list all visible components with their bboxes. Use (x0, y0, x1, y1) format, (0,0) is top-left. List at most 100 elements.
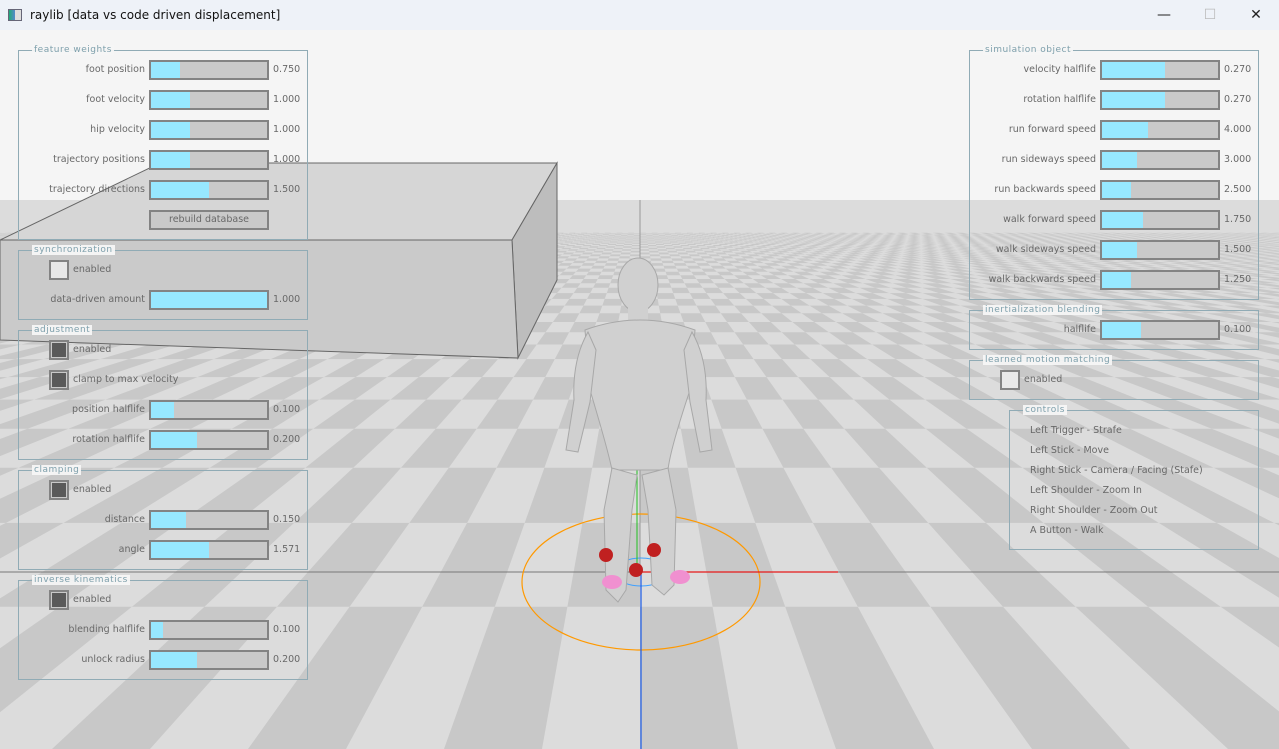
floor-tile (656, 293, 676, 299)
clamp-to-max-velocity-label: clamp to max velocity (73, 374, 179, 385)
inverse-kinematics-panel: inverse kinematics enabled blending halfli… (18, 575, 308, 680)
enabled-checkbox[interactable] (49, 260, 69, 280)
velocity-halflife-slider[interactable] (1100, 60, 1220, 80)
trajectory-directions-slider[interactable] (149, 180, 269, 200)
rotation-halflife-slider[interactable] (149, 430, 269, 450)
clamp-to-max-velocity-checkbox[interactable] (49, 370, 69, 390)
distance-slider[interactable] (149, 510, 269, 530)
walk-forward-speed-slider[interactable] (1100, 210, 1220, 230)
floor-tile (613, 235, 621, 237)
floor-tile (601, 252, 612, 255)
floor-tile (640, 232, 646, 234)
data-driven-amount-value: 1.000 (273, 294, 301, 305)
run-sideways-speed-slider[interactable] (1100, 150, 1220, 170)
floor-tile (675, 249, 686, 251)
floor-tile (578, 247, 589, 250)
floor-tile (593, 283, 611, 288)
floor-tile (647, 240, 655, 242)
floor-tile (619, 236, 627, 238)
foot-position-slider[interactable] (149, 60, 269, 80)
slider-fill (151, 62, 180, 78)
slider-fill (151, 182, 209, 198)
floor-tile (616, 242, 625, 244)
floor-tile (671, 235, 679, 236)
floor-tile (658, 235, 666, 236)
halflife-slider[interactable] (1100, 320, 1220, 340)
rotation-halflife-label: rotation halflife (1023, 94, 1096, 105)
enabled-checkbox[interactable] (1000, 370, 1020, 390)
floor-tile (656, 246, 666, 248)
floor-tile (672, 236, 681, 238)
trajectory-directions-label: trajectory directions (49, 184, 145, 195)
foot-velocity-label: foot velocity (86, 94, 145, 105)
floor-tile (588, 240, 597, 242)
trajectory-positions-slider[interactable] (149, 150, 269, 170)
walk-forward-speed-label: walk forward speed (1003, 214, 1096, 225)
floor-tile (650, 258, 662, 261)
floor-tile (684, 241, 694, 243)
floor-tile (592, 232, 599, 234)
enabled-checkbox[interactable] (49, 590, 69, 610)
clamping-panel: clamping enabled distance 0.150 angle 1.571 (18, 465, 308, 570)
floor-tile (675, 298, 697, 306)
angle-slider[interactable] (149, 540, 269, 560)
enabled-checkbox[interactable] (49, 480, 69, 500)
maximize-button[interactable]: ☐ (1187, 0, 1233, 30)
enabled-checkbox[interactable] (49, 340, 69, 360)
floor-tile (596, 313, 620, 322)
walk-sideways-speed-slider[interactable] (1100, 240, 1220, 260)
rotation-halflife-slider[interactable] (1100, 90, 1220, 110)
slider-fill (1102, 62, 1165, 78)
floor-tile (671, 243, 681, 245)
floor-tile (591, 243, 601, 245)
floor-tile (680, 256, 693, 259)
floor-tile (640, 235, 647, 237)
group-title: controls (1023, 405, 1067, 415)
floor-tile (648, 247, 658, 250)
floor-tile (680, 237, 688, 239)
floor-tile (631, 245, 640, 247)
foot-contact-marker (647, 543, 661, 557)
floor-tile (577, 234, 585, 235)
floor-tile (615, 234, 622, 235)
floor-tile (654, 241, 663, 243)
rebuild-database-button[interactable]: rebuild database (149, 210, 269, 230)
slider-fill (151, 542, 209, 558)
slider-fill (151, 292, 267, 308)
hip-velocity-slider[interactable] (149, 120, 269, 140)
floor-tile (652, 235, 660, 237)
inertialization-blending-panel: inertialization blending halflife 0.100 (969, 305, 1259, 350)
window-title: raylib [data vs code driven displacement… (30, 8, 281, 22)
floor-tile (640, 239, 648, 241)
run-sideways-speed-value: 3.000 (1224, 154, 1252, 165)
foot-velocity-slider[interactable] (149, 90, 269, 110)
data-driven-amount-slider[interactable] (149, 290, 269, 310)
slider-fill (151, 122, 190, 138)
halflife-label: halflife (1063, 324, 1096, 335)
floor-tile (580, 279, 598, 284)
floor-tile (609, 241, 618, 243)
unlock-radius-slider[interactable] (149, 650, 269, 670)
blending-halflife-slider[interactable] (149, 620, 269, 640)
floor-tile (594, 260, 608, 264)
floor-tile (657, 233, 665, 235)
velocity-halflife-label: velocity halflife (1023, 64, 1096, 75)
minimize-button[interactable]: — (1141, 0, 1187, 30)
floor-tile (646, 238, 655, 240)
floor-tile (624, 241, 633, 243)
run-forward-speed-slider[interactable] (1100, 120, 1220, 140)
walk-backwards-speed-slider[interactable] (1100, 270, 1220, 290)
floor-tile (651, 232, 658, 234)
position-halflife-slider[interactable] (149, 400, 269, 420)
slider-fill (1102, 92, 1165, 108)
floor-tile (601, 242, 610, 244)
slider-fill (151, 512, 186, 528)
floor-tile (620, 235, 628, 236)
close-button[interactable]: ✕ (1233, 0, 1279, 30)
run-backwards-speed-slider[interactable] (1100, 180, 1220, 200)
floor-tile (685, 236, 694, 238)
floor-tile (652, 234, 659, 235)
floor-tile (631, 247, 640, 250)
slider-fill (1102, 152, 1137, 168)
floor-tile (633, 233, 640, 235)
